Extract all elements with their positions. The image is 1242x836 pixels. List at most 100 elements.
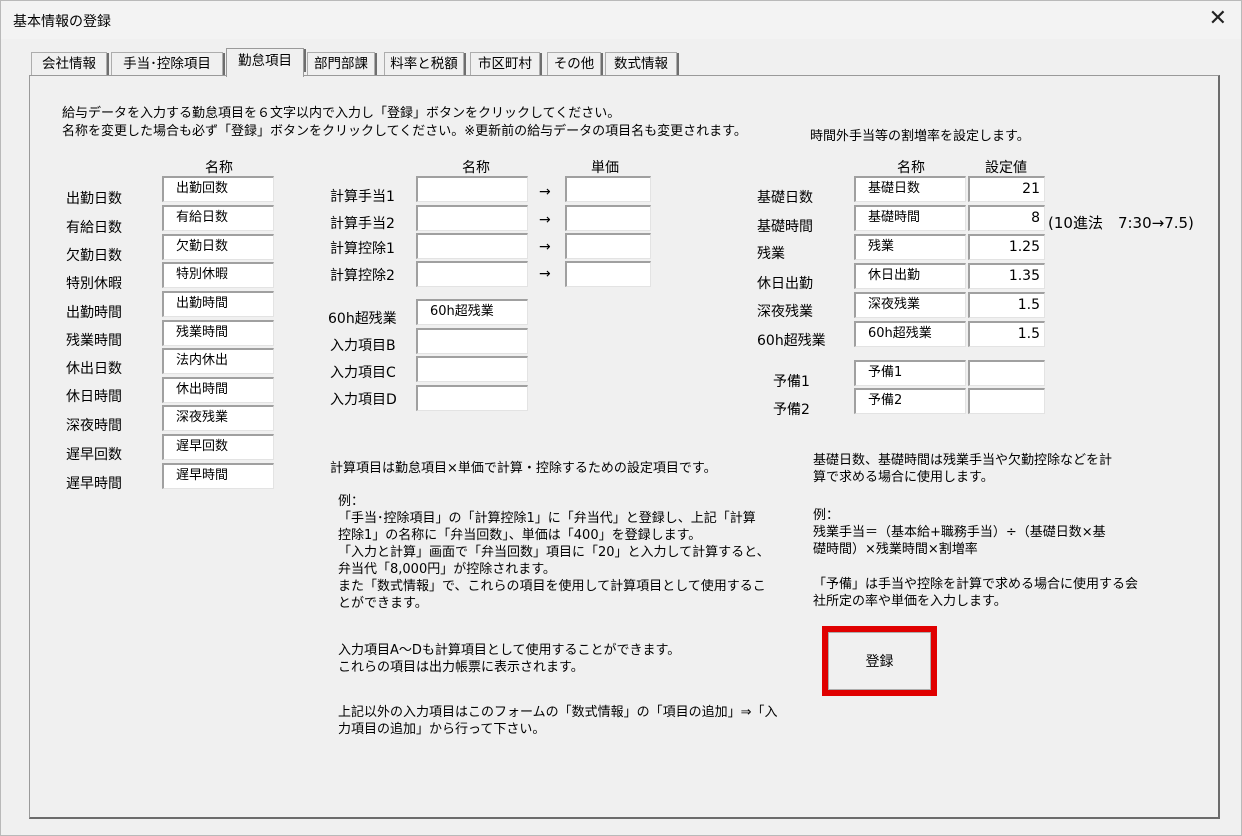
attendance-name-input[interactable]: 遅早時間 xyxy=(162,463,274,489)
attendance-name-input[interactable]: 残業時間 xyxy=(162,320,274,346)
calc-price-header: 単価 xyxy=(591,160,619,176)
decimal-hint: (10進法 7:30→7.5) xyxy=(1048,214,1194,232)
rate-note-spare: 「予備」は手当や控除を計算で求める場合に使用する会 社所定の率や単価を入力します… xyxy=(813,577,1139,609)
rates-value-header: 設定値 xyxy=(985,160,1027,176)
main-window: 基本情報の登録 ✕ 会社情報 手当･控除項目 勤怠項目 部門部課 料率と税額 市… xyxy=(0,0,1242,836)
attendance-name-input[interactable]: 法内休出 xyxy=(162,348,274,374)
calc-label: 計算控除1 xyxy=(330,241,395,257)
arrow-right-icon: → xyxy=(539,266,551,282)
intro-text-1: 給与データを入力する勤怠項目を６文字以内で入力し「登録」ボタンをクリックしてくだ… xyxy=(62,106,621,121)
spare-value-input[interactable] xyxy=(968,360,1045,386)
rate-name-input[interactable]: 休日出勤 xyxy=(854,263,966,289)
rate-value-input[interactable]: 8 xyxy=(968,205,1045,231)
rate-name-input[interactable]: 基礎日数 xyxy=(854,176,966,202)
spare-name-input[interactable]: 予備1 xyxy=(854,360,966,386)
rate-note-example: 例： 残業手当＝（基本給+職務手当）÷（基礎日数×基 礎時間）×残業時間×割増率 xyxy=(813,508,1106,557)
tab-other[interactable]: その他 xyxy=(547,52,603,76)
tab-label: 料率と税額 xyxy=(390,56,458,72)
input-item-label: 60h超残業 xyxy=(328,311,397,327)
tab-company-info[interactable]: 会社情報 xyxy=(31,52,109,76)
rate-value-input[interactable]: 1.5 xyxy=(968,321,1045,347)
tab-rates-tax[interactable]: 料率と税額 xyxy=(384,52,466,76)
calc-price-input[interactable] xyxy=(565,233,651,259)
attendance-name-input[interactable]: 欠勤日数 xyxy=(162,234,274,260)
tab-label: その他 xyxy=(553,56,595,72)
rate-value-input[interactable]: 1.35 xyxy=(968,263,1045,289)
spare-value-input[interactable] xyxy=(968,388,1045,414)
calc-price-input[interactable] xyxy=(565,261,651,287)
title-bar: 基本情報の登録 ✕ xyxy=(1,1,1241,39)
attendance-label: 遅早回数 xyxy=(66,447,122,463)
arrow-right-icon: → xyxy=(539,184,551,200)
input-item-field[interactable]: 60h超残業 xyxy=(416,299,528,325)
register-button-highlight: 登録 xyxy=(822,626,937,696)
calc-example-text: 例： 「手当･控除項目」の「計算控除1」に「弁当代」と登録し、上記「計算 控除1… xyxy=(338,494,770,611)
rate-value-input[interactable]: 1.5 xyxy=(968,292,1045,318)
attendance-label: 残業時間 xyxy=(66,333,122,349)
rate-label: 基礎日数 xyxy=(757,190,813,206)
calc-label: 計算手当1 xyxy=(330,189,395,205)
rate-name-input[interactable]: 60h超残業 xyxy=(854,321,966,347)
tab-municipalities[interactable]: 市区町村 xyxy=(470,52,542,76)
rates-caption: 時間外手当等の割増率を設定します。 xyxy=(810,129,1030,144)
tab-label: 部門部課 xyxy=(314,56,368,72)
rate-name-input[interactable]: 基礎時間 xyxy=(854,205,966,231)
input-items-note: 入力項目A～Dも計算項目として使用することができます。 これらの項目は出力帳票に… xyxy=(338,643,681,675)
attendance-name-input[interactable]: 出勤時間 xyxy=(162,291,274,317)
rate-value-input[interactable]: 21 xyxy=(968,176,1045,202)
input-item-label: 入力項目C xyxy=(330,365,396,381)
tab-label: 手当･控除項目 xyxy=(123,56,211,72)
rate-note-basis: 基礎日数、基礎時間は残業手当や欠勤控除などを計 算で求める場合に使用します。 xyxy=(813,453,1113,485)
attendance-name-input[interactable]: 深夜残業 xyxy=(162,405,274,431)
arrow-right-icon: → xyxy=(539,212,551,228)
attendance-name-input[interactable]: 特別休暇 xyxy=(162,262,274,288)
input-item-field[interactable] xyxy=(416,328,528,354)
calc-name-input[interactable] xyxy=(416,205,528,231)
tab-attendance[interactable]: 勤怠項目 xyxy=(226,48,306,77)
spare-label: 予備1 xyxy=(773,374,810,390)
calc-note-text: 計算項目は勤怠項目×単価で計算・控除するための設定項目です。 xyxy=(330,461,717,476)
rate-label: 残業 xyxy=(757,246,785,262)
rate-name-input[interactable]: 残業 xyxy=(854,234,966,260)
tab-departments[interactable]: 部門部課 xyxy=(307,52,377,76)
rates-name-header: 名称 xyxy=(897,160,925,176)
tab-formula-info[interactable]: 数式情報 xyxy=(605,52,679,76)
attendance-name-input[interactable]: 遅早回数 xyxy=(162,434,274,460)
input-item-field[interactable] xyxy=(416,356,528,382)
calc-price-input[interactable] xyxy=(565,176,651,202)
attendance-label: 特別休暇 xyxy=(66,276,122,292)
attendance-label: 出勤時間 xyxy=(66,305,122,321)
attendance-label: 休出日数 xyxy=(66,361,122,377)
calc-name-input[interactable] xyxy=(416,261,528,287)
calc-name-input[interactable] xyxy=(416,233,528,259)
rate-name-input[interactable]: 深夜残業 xyxy=(854,292,966,318)
tab-allowance-deduction[interactable]: 手当･控除項目 xyxy=(111,52,225,76)
attendance-label: 欠勤日数 xyxy=(66,248,122,264)
attendance-name-input[interactable]: 有給日数 xyxy=(162,205,274,231)
tab-label: 数式情報 xyxy=(614,56,668,72)
attendance-name-input[interactable]: 出勤回数 xyxy=(162,176,274,202)
rate-label: 60h超残業 xyxy=(757,333,826,349)
rate-value-input[interactable]: 1.25 xyxy=(968,234,1045,260)
intro-text-2: 名称を変更した場合も必ず「登録」ボタンをクリックしてください。※更新前の給与デー… xyxy=(62,124,747,139)
attendance-name-input[interactable]: 休出時間 xyxy=(162,377,274,403)
input-item-label: 入力項目D xyxy=(330,392,397,408)
input-item-field[interactable] xyxy=(416,385,528,411)
rate-label: 休日出勤 xyxy=(757,276,813,292)
attendance-label: 休日時間 xyxy=(66,389,122,405)
other-items-note: 上記以外の入力項目はこのフォームの「数式情報」の「項目の追加」⇒「入 力項目の追… xyxy=(338,705,778,737)
attendance-label: 有給日数 xyxy=(66,220,122,236)
tab-label: 市区町村 xyxy=(478,56,532,72)
calc-label: 計算手当2 xyxy=(330,216,395,232)
calc-name-header: 名称 xyxy=(462,160,490,176)
register-button-label: 登録 xyxy=(865,654,894,670)
spare-name-input[interactable]: 予備2 xyxy=(854,388,966,414)
calc-name-input[interactable] xyxy=(416,176,528,202)
arrow-right-icon: → xyxy=(539,239,551,255)
close-icon[interactable]: ✕ xyxy=(1209,7,1227,31)
register-button[interactable]: 登録 xyxy=(828,632,931,690)
attendance-label: 遅早時間 xyxy=(66,476,122,492)
attendance-name-header: 名称 xyxy=(205,160,233,176)
spare-label: 予備2 xyxy=(773,402,810,418)
calc-price-input[interactable] xyxy=(565,205,651,231)
